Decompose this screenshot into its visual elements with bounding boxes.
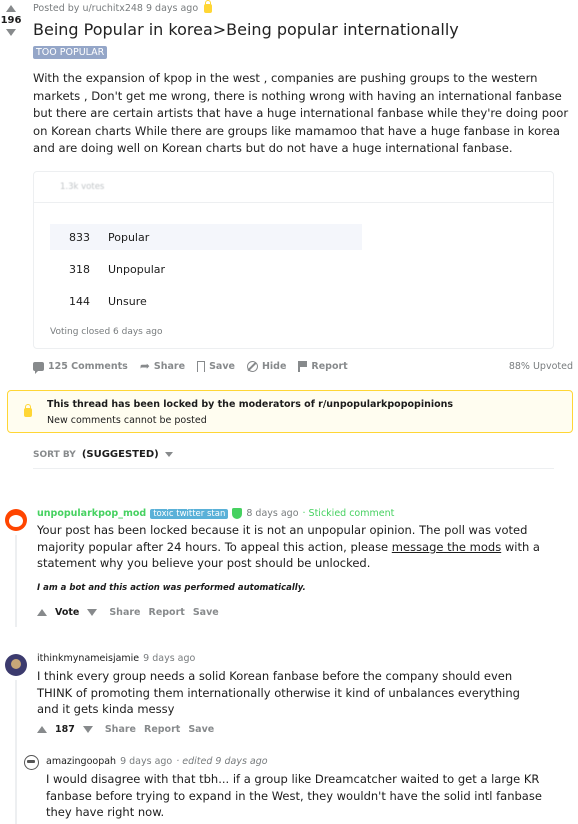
message-mods-link[interactable]: message the mods [392,540,501,554]
poll-option-label: Popular [108,230,150,244]
stickied-label: · Stickied comment [302,508,395,519]
share-button[interactable]: ➦ Share [139,358,186,373]
comment-body: I think every group needs a solid Korean… [37,669,520,716]
upvote-ratio: 88% Upvoted [508,360,573,372]
poll-option: 318 Unpopular [50,256,362,282]
comment-body: Your post has been locked because it is … [37,522,557,572]
comment-author[interactable]: amazingoopah [46,756,116,767]
hide-icon [246,360,258,372]
sort-control[interactable]: SORT BY (SUGGESTED) [33,449,173,460]
poll-total: 1.3k votes [60,182,105,192]
post-score: 196 [0,15,22,26]
avatar[interactable] [5,509,27,531]
comment-time[interactable]: 9 days ago [143,653,195,664]
downvote-icon[interactable] [87,609,98,616]
bot-note: I am a bot and this action was performed… [37,583,306,593]
sort-label: SORT BY [33,449,76,460]
divider [33,468,554,469]
lock-icon [204,0,213,13]
report-button[interactable]: Report [149,607,185,618]
chevron-down-icon [164,452,173,457]
post-meta: Posted by u/ruchitx248 9 days ago [33,0,573,14]
posted-by[interactable]: Posted by u/ruchitx248 9 days ago [33,3,198,14]
comments-label: 125 Comments [48,360,128,372]
poll-option-count: 144 [69,294,90,308]
edited-label: · edited 9 days ago [176,756,268,767]
save-button[interactable]: Save [188,724,214,735]
report-button[interactable]: Report [144,724,180,735]
comment-time[interactable]: 8 days ago [246,508,298,519]
lock-icon [24,404,32,417]
comment-icon [33,361,44,374]
report-button[interactable]: Report [298,360,348,372]
comment-meta: unpopularkpop_mod toxic twitter stan 8 d… [37,508,394,519]
post: Posted by u/ruchitx248 9 days ago Being … [33,0,573,158]
upvote-icon[interactable] [37,609,47,616]
locked-subtitle: New comments cannot be posted [47,415,207,426]
comment-meta: ithinkmynameisjamie 9 days ago [37,653,195,664]
post-title[interactable]: Being Popular in korea>Being popular int… [33,20,573,39]
comment-author[interactable]: unpopularkpop_mod [37,508,146,519]
hide-label: Hide [261,360,287,372]
shield-icon [232,508,243,519]
downvote-icon[interactable] [82,726,93,733]
locked-title: This thread has been locked by the moder… [47,399,454,410]
comment-actions: 187 Share Report Save [37,724,214,735]
thread-line[interactable] [15,535,17,627]
comments-button[interactable]: 125 Comments [33,360,128,374]
post-body: With the expansion of kpop in the west ,… [33,71,569,156]
poll-option-label: Unpopular [108,262,166,276]
share-button[interactable]: Share [105,724,136,735]
poll-option-label: Unsure [108,294,147,308]
hide-button[interactable]: Hide [246,360,287,372]
bookmark-icon [197,360,206,372]
comment-body: I would disagree with that tbh... if a g… [46,772,542,819]
upvote-icon[interactable] [37,726,47,733]
poll-header: 1.3k votes [34,172,553,203]
report-label: Report [311,360,348,372]
avatar[interactable] [5,654,27,676]
share-button[interactable]: Share [109,607,140,618]
upvote-icon[interactable] [6,5,16,12]
save-label: Save [209,360,235,372]
vote-count: 187 [55,724,75,735]
poll-option: 833 Popular [50,224,362,250]
comment-time[interactable]: 9 days ago [120,756,172,767]
locked-banner: This thread has been locked by the moder… [7,390,573,433]
downvote-icon[interactable] [6,29,16,36]
flag-icon [298,360,308,372]
save-button[interactable]: Save [197,360,235,372]
poll-status: Voting closed 6 days ago [50,327,163,337]
poll-option-count: 318 [69,262,90,276]
vote-label: Vote [55,607,80,618]
poll-option-count: 833 [69,230,90,244]
sort-value: (SUGGESTED) [81,449,159,460]
comment-meta: amazingoopah 9 days ago · edited 9 days … [46,756,268,767]
share-label: Share [153,360,186,372]
post-vote-column: 196 [0,0,22,36]
user-flair: toxic twitter stan [150,508,229,519]
poll-option: 144 Unsure [50,288,362,314]
avatar[interactable] [24,755,39,770]
poll: 1.3k votes 833 Popular 318 Unpopular 144… [33,171,554,349]
post-flair[interactable]: TOO POPULAR [33,46,108,59]
thread-line[interactable] [15,680,17,824]
post-actions: 125 Comments ➦ Share Save Hide Report 88… [33,357,573,375]
share-icon: ➦ [139,358,150,373]
comment-author[interactable]: ithinkmynameisjamie [37,653,139,664]
save-button[interactable]: Save [193,607,219,618]
comment-actions: Vote Share Report Save [37,607,219,618]
